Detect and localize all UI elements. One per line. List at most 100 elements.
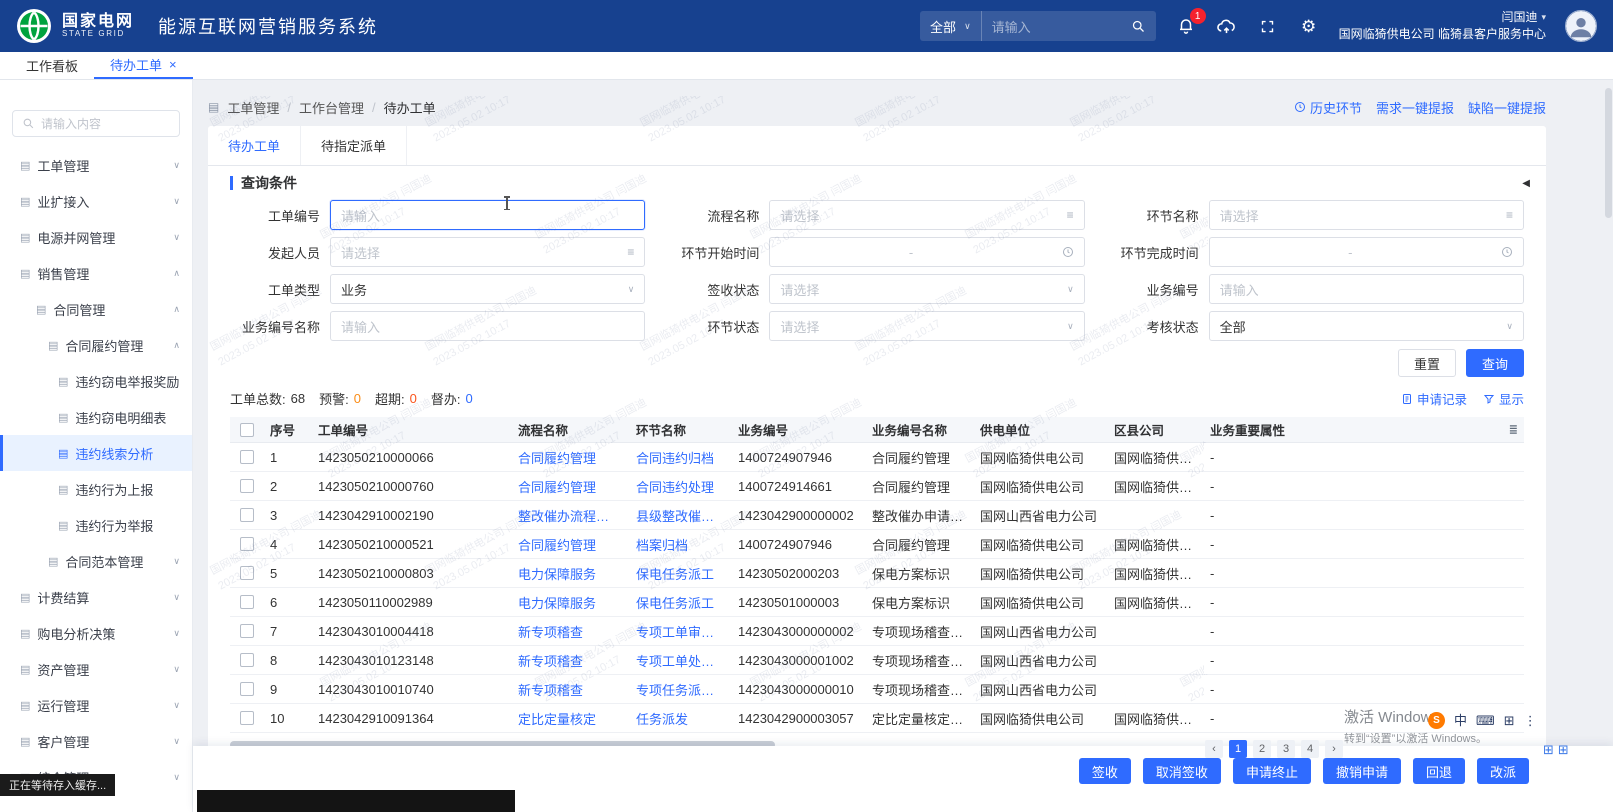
table-row[interactable]: 61423050110002989电力保障服务保电任务派工14230501000… bbox=[230, 588, 1524, 617]
breadcrumb-item[interactable]: 工作台管理 bbox=[299, 98, 364, 117]
row-checkbox[interactable] bbox=[240, 508, 254, 522]
page-button[interactable]: 4 bbox=[1301, 740, 1319, 758]
cell-value[interactable]: 保电任务派工 bbox=[636, 564, 714, 583]
breadcrumb-item[interactable]: 待办工单 bbox=[384, 98, 436, 117]
reset-button[interactable]: 重置 bbox=[1398, 349, 1456, 377]
field-input[interactable]: 请输入 bbox=[1209, 274, 1524, 304]
row-checkbox[interactable] bbox=[240, 450, 254, 464]
cell-value[interactable]: 专项工单审核… bbox=[636, 622, 726, 641]
field-date[interactable]: - bbox=[1209, 237, 1524, 267]
breadcrumb-item[interactable]: 工单管理 bbox=[227, 98, 279, 117]
display-filter-link[interactable]: 显示 bbox=[1483, 389, 1524, 408]
table-row[interactable]: 21423050210000760合同履约管理合同违约处理14007249146… bbox=[230, 472, 1524, 501]
sogou-input-icon[interactable]: S bbox=[1428, 712, 1445, 729]
row-checkbox[interactable] bbox=[240, 653, 254, 667]
table-row[interactable]: 41423050210000521合同履约管理档案归档1400724907946… bbox=[230, 530, 1524, 559]
row-checkbox[interactable] bbox=[240, 537, 254, 551]
field-picker[interactable]: 请选择≡ bbox=[330, 237, 645, 267]
cell-value[interactable]: 专项任务派发… bbox=[636, 680, 726, 699]
sidebar-search-input[interactable]: 请输入内容 bbox=[12, 110, 180, 137]
sidebar-item[interactable]: ▤客户管理∨ bbox=[0, 723, 192, 759]
query-submit-button[interactable]: 查询 bbox=[1466, 349, 1524, 377]
close-icon[interactable]: × bbox=[169, 57, 177, 72]
cell-value[interactable]: 合同履约管理 bbox=[518, 477, 596, 496]
cell-value[interactable]: 新专项稽查 bbox=[518, 651, 583, 670]
avatar[interactable] bbox=[1565, 10, 1597, 42]
vertical-scrollbar[interactable] bbox=[1605, 84, 1612, 808]
tray-more-icon[interactable]: ⋮ bbox=[1524, 714, 1537, 727]
sidebar-item[interactable]: ▤合同范本管理∨ bbox=[0, 543, 192, 579]
field-select[interactable]: 业务∨ bbox=[330, 274, 645, 304]
action-button[interactable]: 改派 bbox=[1477, 758, 1529, 784]
page-button[interactable]: 1 bbox=[1229, 740, 1247, 758]
keyboard-icon[interactable]: ⌨ bbox=[1476, 714, 1495, 727]
sidebar-item[interactable]: ▤销售管理∧ bbox=[0, 255, 192, 291]
grid-icon[interactable]: ⊞ bbox=[1543, 742, 1554, 758]
select-all-checkbox[interactable] bbox=[240, 423, 254, 437]
cell-value[interactable]: 合同履约管理 bbox=[518, 448, 596, 467]
cell-value[interactable]: 保电任务派工 bbox=[636, 593, 714, 612]
cell-value[interactable]: 新专项稽查 bbox=[518, 680, 583, 699]
sidebar-item[interactable]: ▤运行管理∨ bbox=[0, 687, 192, 723]
cell-value[interactable]: 电力保障服务 bbox=[518, 564, 596, 583]
sidebar-item[interactable]: ▤电源并网管理∨ bbox=[0, 219, 192, 255]
cell-value[interactable]: 电力保障服务 bbox=[518, 593, 596, 612]
cell-value[interactable]: 合同违约处理 bbox=[636, 477, 714, 496]
table-row[interactable]: 91423043010010740新专项稽查专项任务派发…14230430000… bbox=[230, 675, 1524, 704]
cell-value[interactable]: 档案归档 bbox=[636, 535, 688, 554]
cell-value[interactable]: 整改催办流程… bbox=[518, 506, 609, 525]
window-tab[interactable]: 待办工单× bbox=[94, 52, 193, 79]
table-row[interactable]: 71423043010004418新专项稽查专项工单审核…14230430000… bbox=[230, 617, 1524, 646]
cell-value[interactable]: 合同履约管理 bbox=[518, 535, 596, 554]
cell-value[interactable]: 定比定量核定 bbox=[518, 709, 596, 728]
row-checkbox[interactable] bbox=[240, 682, 254, 696]
sidebar-item[interactable]: ▤合同履约管理∧ bbox=[0, 327, 192, 363]
field-picker[interactable]: 请选择≡ bbox=[769, 200, 1084, 230]
demand-report-link[interactable]: 需求一键提报 bbox=[1376, 98, 1454, 117]
ime-language-icon[interactable]: 中 bbox=[1454, 714, 1467, 727]
field-select[interactable]: 请选择∨ bbox=[769, 311, 1084, 341]
next-page-button[interactable]: › bbox=[1325, 740, 1343, 758]
sidebar-item[interactable]: ▤违约窃电举报奖励 bbox=[0, 363, 192, 399]
sidebar-item[interactable]: ▤购电分析决策∨ bbox=[0, 615, 192, 651]
cell-value[interactable]: 任务派发 bbox=[636, 709, 688, 728]
field-input[interactable]: 请输入 bbox=[330, 200, 645, 230]
user-menu[interactable]: 闫国迪 ▾ bbox=[1501, 9, 1546, 26]
sidebar-item[interactable]: ▤合同管理∧ bbox=[0, 291, 192, 327]
search-scope-select[interactable]: 全部 ∨ bbox=[920, 11, 982, 41]
collapse-panel-icon[interactable]: ◀ bbox=[1522, 178, 1530, 189]
sidebar-item[interactable]: ▤违约窃电明细表 bbox=[0, 399, 192, 435]
cell-value[interactable]: 县级整改催办… bbox=[636, 506, 726, 525]
cloud-sync-icon[interactable] bbox=[1216, 15, 1238, 37]
history-steps-link[interactable]: 历史环节 bbox=[1294, 98, 1362, 117]
sidebar-item[interactable]: ▤工单管理∨ bbox=[0, 147, 192, 183]
grid-icon[interactable]: ⊞ bbox=[1558, 742, 1569, 758]
tray-grid-icon[interactable]: ⊞ bbox=[1504, 714, 1515, 727]
table-row[interactable]: 11423050210000066合同履约管理合同违约归档14007249079… bbox=[230, 443, 1524, 472]
column-settings-icon[interactable]: ≣ bbox=[1509, 423, 1518, 436]
table-row[interactable]: 51423050210000803电力保障服务保电任务派工14230502000… bbox=[230, 559, 1524, 588]
content-tab[interactable]: 待指定派单 bbox=[301, 126, 407, 165]
row-checkbox[interactable] bbox=[240, 479, 254, 493]
field-picker[interactable]: 请选择≡ bbox=[1209, 200, 1524, 230]
sidebar-item[interactable]: ▤违约线索分析 bbox=[0, 435, 192, 471]
row-checkbox[interactable] bbox=[240, 595, 254, 609]
table-row[interactable]: 31423042910002190整改催办流程…县级整改催办…142304290… bbox=[230, 501, 1524, 530]
page-button[interactable]: 3 bbox=[1277, 740, 1295, 758]
action-button[interactable]: 签收 bbox=[1079, 758, 1131, 784]
cell-value[interactable]: 合同违约归档 bbox=[636, 448, 714, 467]
search-button[interactable] bbox=[1122, 11, 1156, 41]
sidebar-item[interactable]: ▤违约行为上报 bbox=[0, 471, 192, 507]
global-search-input[interactable]: 请输入 bbox=[982, 17, 1122, 36]
action-button[interactable]: 申请终止 bbox=[1233, 758, 1311, 784]
fullscreen-icon[interactable] bbox=[1257, 15, 1279, 37]
field-select[interactable]: 全部∨ bbox=[1209, 311, 1524, 341]
scrollbar-thumb[interactable] bbox=[1605, 88, 1612, 218]
settings-gear-icon[interactable]: ⚙ bbox=[1298, 15, 1320, 37]
field-select[interactable]: 请选择∨ bbox=[769, 274, 1084, 304]
sidebar-item[interactable]: ▤资产管理∨ bbox=[0, 651, 192, 687]
field-date[interactable]: - bbox=[769, 237, 1084, 267]
cell-value[interactable]: 专项工单处理… bbox=[636, 651, 726, 670]
sidebar-item[interactable]: ▤违约行为举报 bbox=[0, 507, 192, 543]
row-checkbox[interactable] bbox=[240, 566, 254, 580]
